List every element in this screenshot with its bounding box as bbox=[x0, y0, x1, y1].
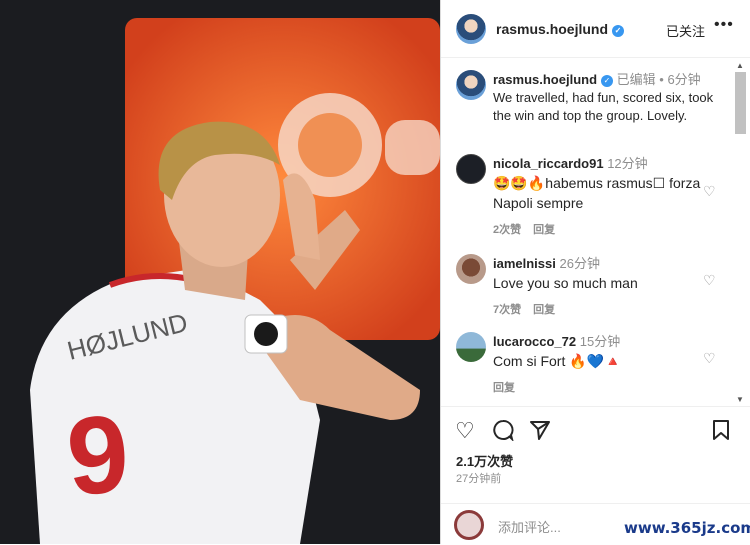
comment-time: 15分钟 bbox=[579, 334, 621, 349]
watermark: www.365jz.com bbox=[624, 519, 750, 537]
like-comment-icon[interactable]: ♡ bbox=[703, 183, 716, 200]
scroll-down-icon[interactable]: ▼ bbox=[736, 395, 744, 404]
scroll-thumb[interactable] bbox=[735, 72, 746, 134]
comment-time: 26分钟 bbox=[559, 256, 600, 271]
add-comment-input[interactable]: 添加评论... bbox=[498, 517, 561, 536]
avatar bbox=[454, 510, 484, 540]
edited-label: 已编辑 bbox=[616, 72, 656, 87]
comments-list[interactable]: rasmus.hoejlund ✓ 已编辑 • 6分钟 We travelled,… bbox=[441, 58, 750, 406]
player-photo-illustration: 9 HØJLUND bbox=[0, 0, 440, 544]
avatar[interactable] bbox=[456, 254, 486, 284]
post-photo[interactable]: 9 HØJLUND bbox=[0, 0, 440, 544]
post-time: 27分钟前 bbox=[456, 473, 502, 485]
heart-icon[interactable]: ♡ bbox=[455, 419, 475, 443]
caption-username[interactable]: rasmus.hoejlund bbox=[493, 72, 597, 87]
comment-time: 12分钟 bbox=[607, 156, 648, 171]
likes-count[interactable]: 2.1万次赞 bbox=[456, 451, 513, 470]
follow-status[interactable]: 已关注 bbox=[666, 21, 705, 40]
comment-username[interactable]: nicola_riccardo91 bbox=[493, 156, 604, 171]
like-comment-icon[interactable]: ♡ bbox=[703, 272, 716, 289]
verified-icon: ✓ bbox=[601, 75, 614, 87]
reply-button[interactable]: 回复 bbox=[533, 304, 555, 316]
comment-likes[interactable]: 2次赞 bbox=[493, 224, 521, 236]
avatar[interactable] bbox=[456, 70, 486, 100]
post-header: rasmus.hoejlund ✓ 已关注 ••• bbox=[441, 0, 750, 58]
comment-text: Love you so much man bbox=[493, 275, 638, 291]
like-comment-icon[interactable]: ♡ bbox=[703, 350, 716, 367]
scrollbar[interactable]: ▲ ▼ bbox=[733, 58, 747, 406]
comment-text: Com si Fort 🔥💙🔺 bbox=[493, 353, 622, 369]
comment-text: 🤩🤩🔥habemus rasmus☐ forza Napoli sempre bbox=[493, 175, 701, 211]
share-icon[interactable] bbox=[529, 419, 551, 446]
caption-time: 6分钟 bbox=[667, 72, 701, 87]
avatar[interactable] bbox=[456, 13, 486, 44]
more-icon[interactable]: ••• bbox=[714, 16, 734, 34]
verified-icon: ✓ bbox=[612, 24, 625, 37]
avatar[interactable] bbox=[456, 154, 486, 184]
comment-icon[interactable] bbox=[492, 419, 514, 446]
comment-username[interactable]: iamelnissi bbox=[493, 256, 556, 271]
reply-button[interactable]: 回复 bbox=[533, 224, 555, 236]
header-username[interactable]: rasmus.hoejlund ✓ bbox=[496, 21, 625, 37]
scroll-up-icon[interactable]: ▲ bbox=[736, 61, 744, 70]
jersey-number: 9 bbox=[63, 392, 133, 519]
caption-text: We travelled, had fun, scored six, took … bbox=[493, 90, 714, 123]
post-panel: rasmus.hoejlund ✓ 已关注 ••• rasmus.hoejlund… bbox=[440, 0, 750, 544]
reply-button[interactable]: 回复 bbox=[493, 382, 515, 394]
comment-username[interactable]: lucarocco_72 bbox=[493, 334, 576, 349]
avatar[interactable] bbox=[456, 332, 486, 362]
comment-likes[interactable]: 7次赞 bbox=[493, 304, 521, 316]
bookmark-icon[interactable] bbox=[712, 419, 730, 446]
